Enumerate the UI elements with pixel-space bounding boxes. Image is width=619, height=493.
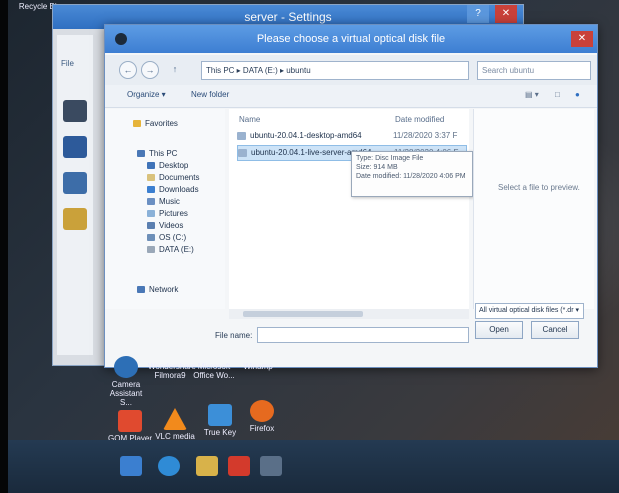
drive-icon (147, 246, 155, 254)
network-icon (137, 286, 145, 294)
column-date-modified[interactable]: Date modified (395, 115, 444, 124)
monitor-bezel (0, 0, 8, 493)
app-taskbar-icon[interactable] (228, 456, 250, 476)
documents-icon (147, 174, 155, 182)
desktop-icon-filmora[interactable]: Wondershare Filmora9 (148, 362, 196, 380)
desktop-icon-word[interactable]: Microsoft Office Wo... (192, 362, 236, 380)
navigation-pane: Favorites This PC Desktop Documents Down… (105, 109, 225, 309)
address-bar[interactable]: This PC ▸ DATA (E:) ▸ ubuntu (201, 61, 469, 80)
videos-icon (147, 222, 155, 230)
disc-image-icon (238, 148, 247, 157)
cancel-button[interactable]: Cancel (531, 321, 579, 339)
settings-sidebar: File (57, 35, 93, 355)
start-button[interactable] (120, 456, 142, 476)
nav-network[interactable]: Network (137, 285, 178, 294)
nav-desktop[interactable]: Desktop (147, 161, 188, 170)
virtualbox-taskbar-icon[interactable] (260, 456, 282, 476)
help-button[interactable]: ? (467, 5, 489, 23)
view-icon[interactable]: ▤ ▾ (525, 90, 539, 99)
nav-data-e[interactable]: DATA (E:) (147, 245, 194, 254)
display-icon[interactable] (63, 172, 87, 194)
pictures-icon (147, 210, 155, 218)
toolbar: Organize ▾ New folder ▤ ▾ □ ● (105, 85, 597, 108)
address-bar-row: ← → ↑ This PC ▸ DATA (E:) ▸ ubuntu Searc… (105, 55, 597, 85)
nav-documents[interactable]: Documents (147, 173, 199, 182)
nav-os-c[interactable]: OS (C:) (147, 233, 186, 242)
camera-icon (114, 356, 138, 378)
file-tab[interactable]: File (57, 35, 93, 92)
music-icon (147, 198, 155, 206)
true-key-icon (208, 404, 232, 426)
nav-pictures[interactable]: Pictures (147, 209, 188, 218)
settings-window-title: server - Settings (244, 10, 332, 24)
file-tooltip: Type: Disc Image File Size: 914 MB Date … (351, 151, 473, 197)
window-close-button[interactable]: ✕ (495, 5, 517, 23)
back-button[interactable]: ← (119, 61, 137, 79)
horizontal-scrollbar[interactable] (229, 309, 469, 319)
downloads-icon (147, 186, 155, 194)
star-icon (133, 120, 141, 128)
scrollbar-thumb[interactable] (243, 311, 363, 317)
nav-videos[interactable]: Videos (147, 221, 183, 230)
new-folder-button[interactable]: New folder (191, 90, 229, 99)
search-input[interactable]: Search ubuntu (477, 61, 591, 80)
storage-icon[interactable] (63, 136, 87, 158)
drive-icon (147, 234, 155, 242)
desktop-icon (147, 162, 155, 170)
file-name-label: File name: (215, 331, 253, 340)
open-button[interactable]: Open (475, 321, 523, 339)
firefox-icon (250, 400, 274, 422)
nav-this-pc[interactable]: This PC (137, 149, 177, 158)
computer-icon (137, 150, 145, 158)
dialog-titlebar: Please choose a virtual optical disk fil… (105, 25, 597, 53)
category-icon[interactable] (63, 100, 87, 122)
virtualbox-icon (115, 33, 127, 45)
file-list: Name Date modified ubuntu-20.04.1-deskto… (229, 109, 469, 309)
nav-favorites[interactable]: Favorites (133, 119, 178, 128)
organize-button[interactable]: Organize ▾ (127, 90, 166, 99)
nav-music[interactable]: Music (147, 197, 180, 206)
disk-icon[interactable] (63, 208, 87, 230)
preview-pane-icon[interactable]: □ (555, 90, 560, 99)
nav-downloads[interactable]: Downloads (147, 185, 199, 194)
up-button[interactable]: ↑ (167, 61, 183, 77)
disc-image-icon (237, 131, 246, 140)
taskbar (8, 440, 619, 493)
desktop-icon-winamp[interactable]: Winamp (238, 362, 278, 371)
desktop-icon-truekey[interactable]: True Key (198, 404, 242, 437)
dialog-close-button[interactable]: ✕ (571, 31, 593, 47)
file-row[interactable]: ubuntu-20.04.1-desktop-amd64 11/28/2020 … (237, 129, 465, 143)
file-dialog: Please choose a virtual optical disk fil… (104, 24, 598, 368)
gom-player-icon (118, 410, 142, 432)
column-name[interactable]: Name (239, 115, 260, 124)
desktop-icon-firefox[interactable]: Firefox (242, 400, 282, 433)
desktop-icon-gom[interactable]: GOM Player (108, 410, 152, 443)
preview-pane: Select a file to preview. (473, 109, 594, 309)
ie-icon[interactable] (158, 456, 180, 476)
help-icon[interactable]: ● (575, 90, 580, 99)
file-explorer-icon[interactable] (196, 456, 218, 476)
file-type-select[interactable]: All virtual optical disk files (*.dr ▾ (475, 303, 584, 319)
file-name-input[interactable] (257, 327, 469, 343)
preview-placeholder: Select a file to preview. (498, 183, 580, 192)
dialog-title: Please choose a virtual optical disk fil… (256, 33, 446, 45)
forward-button[interactable]: → (141, 61, 159, 79)
vlc-cone-icon (163, 408, 187, 430)
desktop-icon-camera[interactable]: Camera Assistant S... (104, 356, 148, 407)
